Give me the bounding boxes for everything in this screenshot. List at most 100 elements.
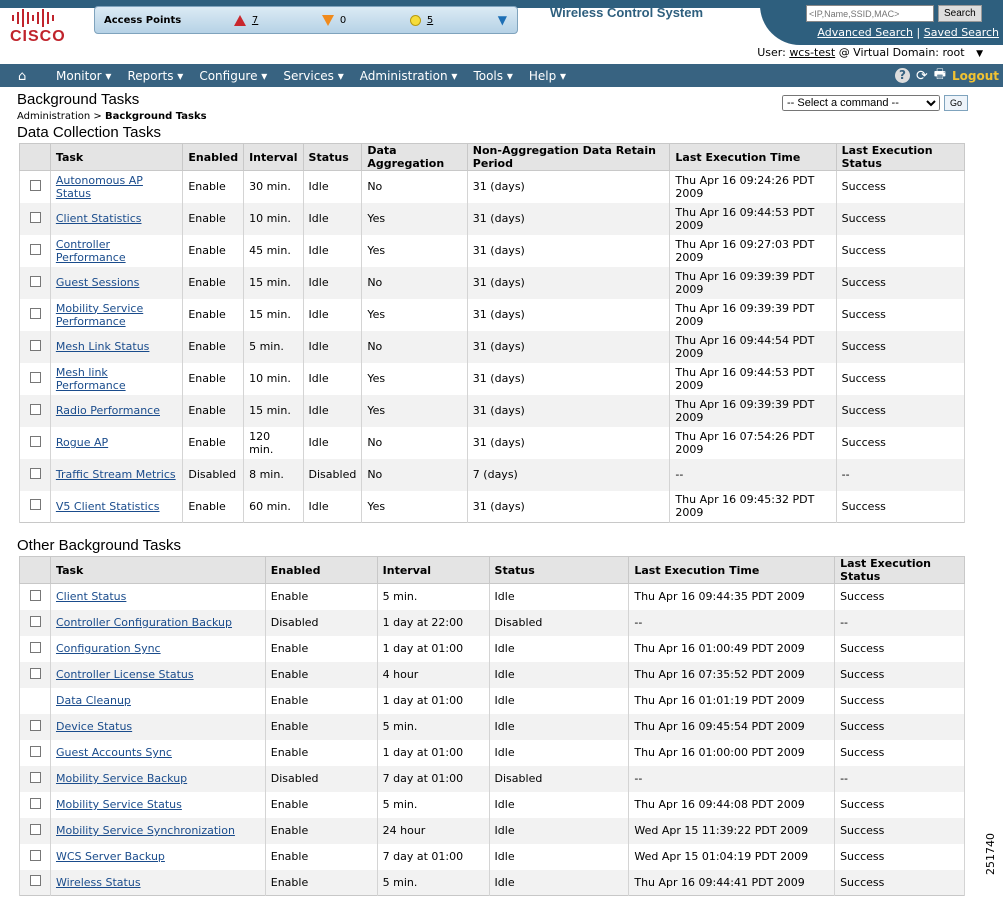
- go-button[interactable]: Go: [944, 95, 968, 111]
- ap-critical-count[interactable]: 7: [252, 15, 258, 26]
- advanced-search-link[interactable]: Advanced Search: [817, 26, 913, 39]
- task-link[interactable]: Mesh Link Status: [56, 340, 150, 353]
- task-link[interactable]: Client Statistics: [56, 212, 142, 225]
- row-checkbox[interactable]: [30, 211, 41, 223]
- row-checkbox[interactable]: [30, 307, 41, 319]
- nav-help[interactable]: Help ▾: [529, 69, 566, 83]
- row-checkbox[interactable]: [30, 589, 41, 601]
- row-checkbox[interactable]: [30, 667, 41, 679]
- row-checkbox[interactable]: [30, 823, 41, 835]
- expand-alarms-icon[interactable]: ▼: [498, 13, 507, 27]
- cell-value: --: [634, 772, 643, 785]
- logout-link[interactable]: Logout: [952, 69, 999, 83]
- row-checkbox[interactable]: [30, 339, 41, 351]
- row-checkbox[interactable]: [30, 875, 41, 887]
- cell-value: Enable: [270, 824, 309, 837]
- task-link[interactable]: Guest Accounts Sync: [56, 746, 172, 759]
- task-link[interactable]: Controller Configuration Backup: [56, 616, 232, 629]
- column-header: Last Execution Time: [669, 143, 837, 171]
- task-link[interactable]: Guest Sessions: [56, 276, 140, 289]
- table-cell: Success: [834, 661, 965, 688]
- saved-search-link[interactable]: Saved Search: [924, 26, 999, 39]
- command-select[interactable]: -- Select a command --: [782, 95, 940, 111]
- task-link[interactable]: Autonomous AP Status: [56, 174, 143, 200]
- cell-value: Disabled: [308, 468, 357, 481]
- cell-value: Thu Apr 16 09:45:32 PDT 2009: [675, 493, 815, 520]
- table-cell: Thu Apr 16 01:00:00 PDT 2009: [628, 739, 836, 766]
- refresh-icon[interactable]: ⟳: [916, 68, 928, 84]
- cell-value: Thu Apr 16 09:39:39 PDT 2009: [675, 269, 815, 296]
- row-checkbox[interactable]: [30, 797, 41, 809]
- table-cell: Controller Performance: [49, 234, 184, 267]
- cell-value: Success: [840, 746, 885, 759]
- cell-value: Wed Apr 15 11:39:22 PDT 2009: [634, 824, 809, 837]
- domain-dropdown-icon[interactable]: ▼: [976, 49, 983, 59]
- table-cell: 5 min.: [376, 791, 490, 818]
- row-checkbox[interactable]: [30, 371, 41, 383]
- cell-value: Yes: [367, 499, 386, 513]
- print-icon[interactable]: 🖶: [934, 65, 946, 87]
- row-checkbox[interactable]: [30, 243, 41, 255]
- help-icon[interactable]: ?: [894, 68, 910, 83]
- task-link[interactable]: Wireless Status: [56, 876, 141, 889]
- task-link[interactable]: Controller License Status: [56, 668, 194, 681]
- table-cell: 5 min.: [243, 330, 304, 363]
- task-link[interactable]: Configuration Sync: [56, 642, 161, 655]
- task-link[interactable]: Radio Performance: [56, 404, 160, 417]
- table-row: Radio Performance Enable 15 min. Idle Yes 31 …: [19, 394, 966, 427]
- table-row: Mesh Link Status Enable 5 min. Idle No 31 (da…: [19, 330, 966, 363]
- ap-minor-count[interactable]: 5: [427, 15, 433, 26]
- task-link[interactable]: Mobility Service Performance: [56, 302, 143, 328]
- row-checkbox[interactable]: [30, 719, 41, 731]
- table-cell: Mobility Service Backup: [49, 765, 266, 792]
- cell-value: 15 min.: [249, 308, 291, 321]
- column-header: Data Aggregation: [361, 143, 468, 171]
- nav-tools[interactable]: Tools ▾: [473, 69, 512, 83]
- cell-value: 4 hour: [382, 668, 419, 681]
- task-link[interactable]: Rogue AP: [56, 436, 108, 449]
- task-link[interactable]: Client Status: [56, 590, 126, 603]
- row-checkbox[interactable]: [30, 641, 41, 653]
- search-input[interactable]: [806, 5, 934, 22]
- cell-value: Idle: [494, 824, 515, 837]
- row-checkbox[interactable]: [30, 179, 41, 191]
- task-link[interactable]: Mesh link Performance: [56, 366, 126, 392]
- breadcrumb-parent[interactable]: Administration: [17, 111, 90, 122]
- table-cell: Idle: [488, 713, 630, 740]
- row-checkbox[interactable]: [30, 849, 41, 861]
- table-cell: Success: [834, 869, 965, 896]
- column-header: Status: [488, 556, 630, 584]
- row-checkbox[interactable]: [30, 435, 41, 447]
- row-checkbox[interactable]: [30, 745, 41, 757]
- search-button[interactable]: Search: [938, 5, 982, 22]
- nav-reports[interactable]: Reports ▾: [127, 69, 183, 83]
- task-link[interactable]: Data Cleanup: [56, 694, 131, 707]
- table-cell: Idle: [302, 170, 363, 203]
- row-checkbox[interactable]: [30, 615, 41, 627]
- task-link[interactable]: Mobility Service Status: [56, 798, 182, 811]
- row-checkbox[interactable]: [30, 403, 41, 415]
- row-checkbox[interactable]: [30, 499, 41, 511]
- task-link[interactable]: Mobility Service Synchronization: [56, 824, 235, 837]
- nav-administration[interactable]: Administration ▾: [360, 69, 458, 83]
- nav-services[interactable]: Services ▾: [283, 69, 343, 83]
- cell-value: No: [367, 180, 383, 194]
- user-name-link[interactable]: wcs-test: [789, 46, 835, 59]
- row-checkbox[interactable]: [30, 275, 41, 287]
- nav-monitor[interactable]: Monitor ▾: [56, 69, 111, 83]
- task-link[interactable]: V5 Client Statistics: [56, 500, 160, 513]
- nav-configure[interactable]: Configure ▾: [199, 69, 267, 83]
- table-row: Mobility Service Status Enable 5 min. Idle T…: [19, 791, 965, 818]
- table-cell: Idle: [488, 843, 630, 870]
- task-link[interactable]: Device Status: [56, 720, 132, 733]
- task-link[interactable]: WCS Server Backup: [56, 850, 165, 863]
- row-checkbox[interactable]: [30, 771, 41, 783]
- table-cell: 5 min.: [376, 713, 490, 740]
- table-cell: Yes: [361, 234, 468, 267]
- row-checkbox[interactable]: [30, 467, 41, 479]
- home-icon[interactable]: ⌂: [18, 69, 32, 84]
- task-link[interactable]: Controller Performance: [56, 238, 126, 264]
- task-link[interactable]: Traffic Stream Metrics: [56, 468, 176, 481]
- table-cell: 31 (days): [466, 266, 671, 299]
- task-link[interactable]: Mobility Service Backup: [56, 772, 187, 785]
